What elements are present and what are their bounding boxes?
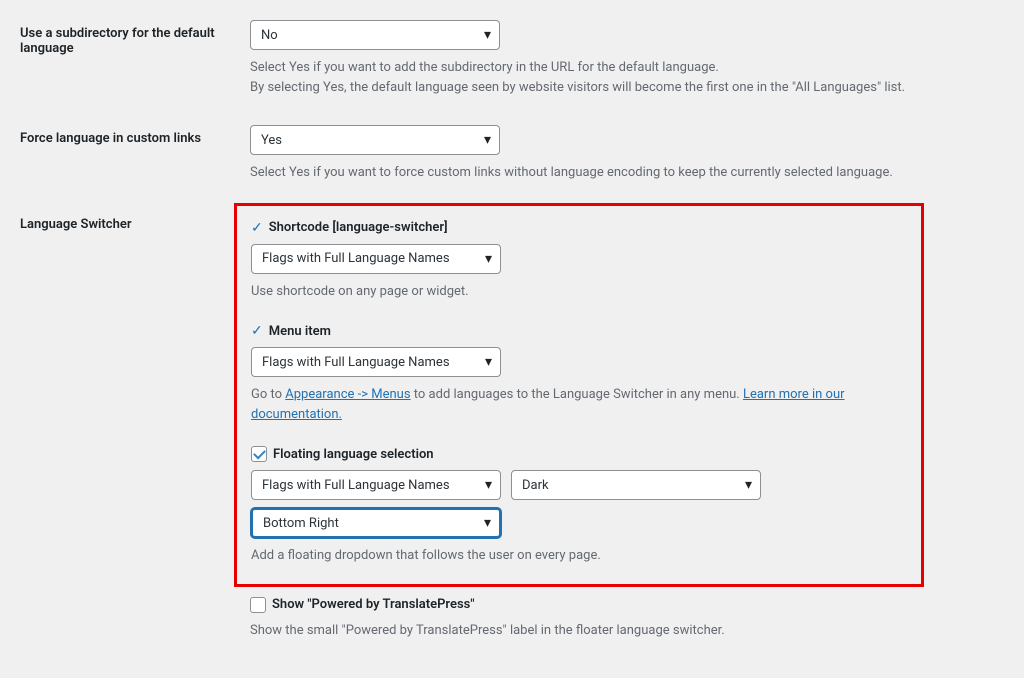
select-shortcode-value: Flags with Full Language Names (262, 251, 450, 266)
desc-force-language: Select Yes if you want to force custom l… (250, 163, 1004, 183)
select-subdirectory-value: No (261, 28, 278, 43)
select-floating-style[interactable]: Flags with Full Language Names ▾ (251, 470, 501, 500)
highlight-box: ✓ Shortcode [language-switcher] Flags wi… (234, 203, 924, 587)
chevron-down-icon: ▾ (484, 132, 491, 148)
label-subdirectory: Use a subdirectory for the default langu… (20, 20, 250, 56)
content-language-switcher: ✓ Shortcode [language-switcher] Flags wi… (250, 211, 1004, 645)
chevron-down-icon: ▾ (484, 27, 491, 43)
row-language-switcher: Language Switcher ✓ Shortcode [language-… (20, 211, 1004, 645)
title-menu-item: Menu item (269, 324, 331, 339)
title-powered-by: Show "Powered by TranslatePress" (272, 597, 475, 612)
desc-subdirectory: Select Yes if you want to add the subdir… (250, 58, 1004, 97)
checkbox-powered-by[interactable] (250, 597, 266, 613)
section-floating: Floating language selection Flags with F… (251, 446, 907, 566)
section-menu-item: ✓ Menu item Flags with Full Language Nam… (251, 323, 907, 424)
chevron-down-icon: ▾ (485, 354, 492, 370)
floating-selects-row1: Flags with Full Language Names ▾ Dark ▾ (251, 470, 907, 500)
select-menu-value: Flags with Full Language Names (262, 355, 450, 370)
select-floating-position-value: Bottom Right (263, 516, 339, 531)
desc-menu-mid: to add languages to the Language Switche… (411, 387, 743, 402)
section-powered-by: Show "Powered by TranslatePress" Show th… (250, 597, 1004, 641)
desc-menu-item: Go to Appearance -> Menus to add languag… (251, 385, 907, 424)
title-floating: Floating language selection (273, 447, 434, 462)
label-force-language: Force language in custom links (20, 125, 250, 146)
desc-menu-prefix: Go to (251, 387, 285, 402)
select-floating-style-value: Flags with Full Language Names (262, 478, 450, 493)
head-floating: Floating language selection (251, 446, 907, 462)
title-shortcode: Shortcode [language-switcher] (269, 220, 448, 235)
desc-powered-by: Show the small "Powered by TranslatePres… (250, 621, 1004, 641)
section-shortcode: ✓ Shortcode [language-switcher] Flags wi… (251, 220, 907, 302)
desc-subdirectory-line2: By selecting Yes, the default language s… (250, 80, 905, 95)
head-powered-by: Show "Powered by TranslatePress" (250, 597, 1004, 613)
content-force-language: Yes ▾ Select Yes if you want to force cu… (250, 125, 1004, 183)
chevron-down-icon: ▾ (485, 477, 492, 493)
head-shortcode: ✓ Shortcode [language-switcher] (251, 220, 907, 236)
floating-selects-row2: Bottom Right ▾ (251, 508, 907, 538)
link-appearance-menus[interactable]: Appearance -> Menus (285, 387, 410, 402)
chevron-down-icon: ▾ (745, 477, 752, 493)
row-force-language: Force language in custom links Yes ▾ Sel… (20, 125, 1004, 183)
select-force-language[interactable]: Yes ▾ (250, 125, 500, 155)
select-floating-position[interactable]: Bottom Right ▾ (251, 508, 501, 538)
select-menu-style[interactable]: Flags with Full Language Names ▾ (251, 347, 501, 377)
head-menu-item: ✓ Menu item (251, 323, 907, 339)
check-icon: ✓ (251, 220, 263, 236)
content-subdirectory: No ▾ Select Yes if you want to add the s… (250, 20, 1004, 97)
chevron-down-icon: ▾ (485, 251, 492, 267)
label-language-switcher: Language Switcher (20, 211, 250, 232)
row-subdirectory: Use a subdirectory for the default langu… (20, 20, 1004, 97)
checkbox-floating[interactable] (251, 446, 267, 462)
desc-subdirectory-line1: Select Yes if you want to add the subdir… (250, 60, 719, 75)
desc-floating: Add a floating dropdown that follows the… (251, 546, 907, 566)
select-floating-theme-value: Dark (522, 478, 549, 493)
desc-shortcode: Use shortcode on any page or widget. (251, 282, 907, 302)
select-shortcode-style[interactable]: Flags with Full Language Names ▾ (251, 244, 501, 274)
check-icon: ✓ (251, 323, 263, 339)
select-subdirectory[interactable]: No ▾ (250, 20, 500, 50)
chevron-down-icon: ▾ (484, 515, 491, 531)
select-force-language-value: Yes (261, 133, 282, 148)
select-floating-theme[interactable]: Dark ▾ (511, 470, 761, 500)
